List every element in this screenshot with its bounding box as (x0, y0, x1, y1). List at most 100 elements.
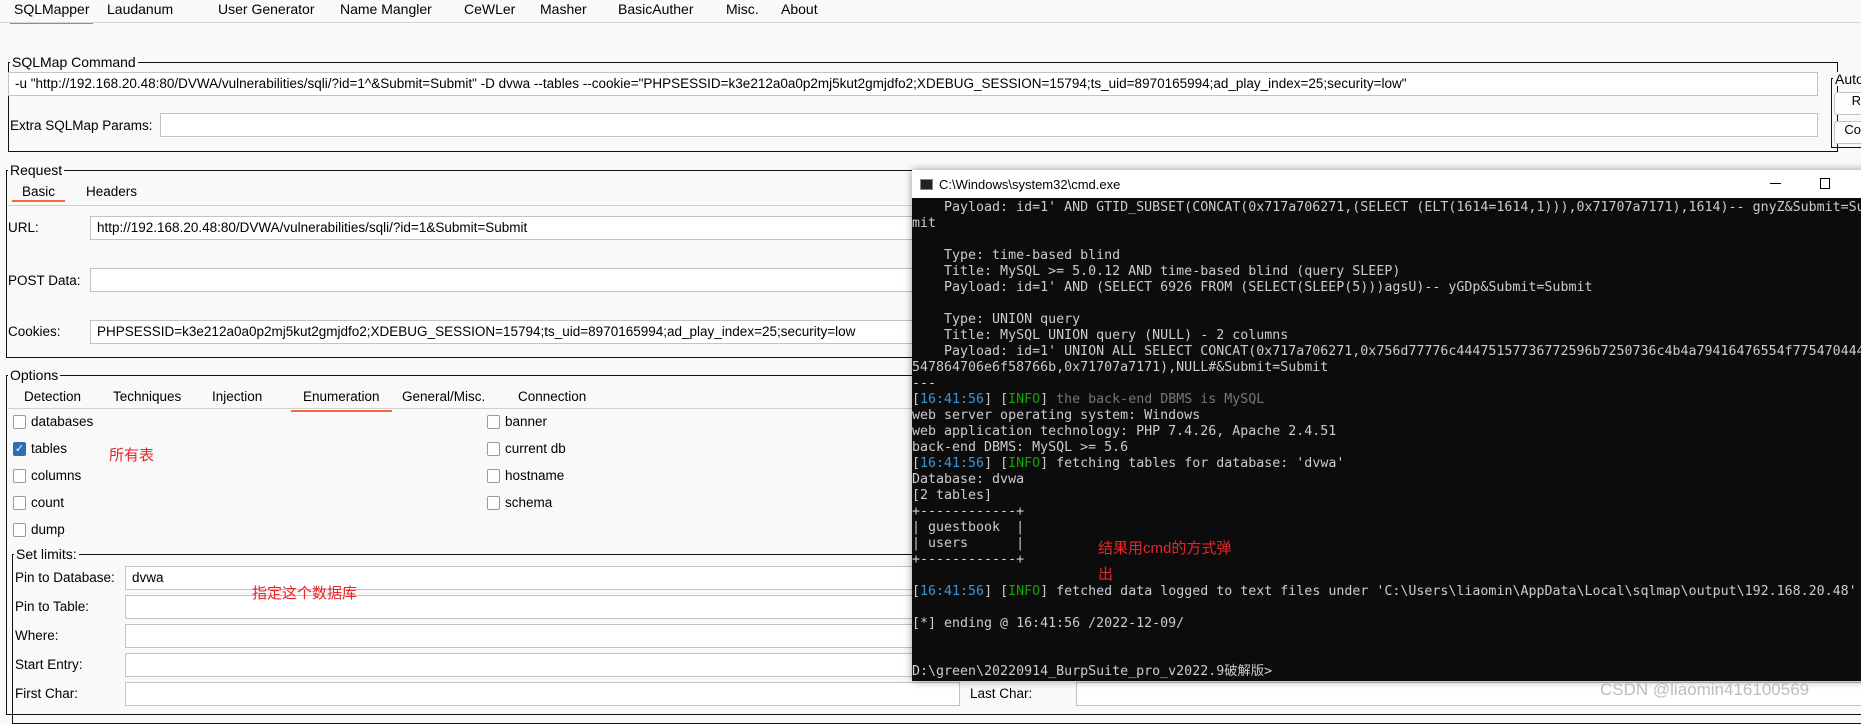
log-level: INFO (1008, 456, 1041, 471)
url-label: URL: (8, 220, 39, 235)
watermark: CSDN @liaomin416100569 (1600, 680, 1810, 699)
cmd-title-bar[interactable]: C:\Windows\system32\cmd.exe (912, 170, 1861, 198)
auto-label: Auto (1833, 72, 1861, 86)
terminal-line: [2 tables] (912, 488, 993, 503)
limit-label: Pin to Table: (15, 599, 90, 614)
log-message: the back-end DBMS is MySQL (1056, 392, 1265, 407)
tab-basic[interactable]: Basic (12, 184, 66, 202)
tab-about[interactable]: About (777, 0, 822, 24)
checkbox-schema[interactable] (487, 496, 500, 510)
checkbox-count[interactable] (13, 496, 26, 510)
cookies-label: Cookies: (8, 324, 61, 339)
request-label: Request (8, 162, 65, 178)
post-data-label: POST Data: (8, 273, 81, 288)
checkbox-dump[interactable] (13, 523, 26, 537)
checkbox-label: hostname (505, 468, 565, 483)
sqlmap-command-input[interactable]: -u "http://192.168.20.48:80/DVWA/vulnera… (8, 72, 1818, 96)
maximize-icon[interactable] (1820, 178, 1830, 189)
limit-label: First Char: (15, 686, 79, 701)
tab-laudanum[interactable]: Laudanum (103, 0, 177, 24)
log-message: fetched data logged to text files under … (1056, 584, 1857, 599)
options-label: Options (8, 367, 61, 383)
tab-headers[interactable]: Headers (86, 184, 137, 200)
options-tab-divider (8, 408, 918, 409)
extra-params-input[interactable] (160, 113, 1818, 137)
terminal-line: | users | (912, 536, 1025, 551)
cookies-input[interactable]: PHPSESSID=k3e212a0a0p2mj5kut2gmjdfo2;XDE… (90, 320, 920, 344)
limit-input-where[interactable] (125, 624, 925, 648)
annotation-cmd-2: 出 (1098, 566, 1114, 583)
tab-injection[interactable]: Injection (212, 389, 262, 405)
log-level: INFO (1008, 584, 1041, 599)
tab-name-mangler[interactable]: Name Mangler (336, 0, 436, 24)
terminal-line: web server operating system: Windows (912, 408, 1201, 423)
limit-label: Start Entry: (15, 657, 83, 672)
checkbox-tables[interactable]: ✓ (13, 442, 26, 456)
limit-label: Where: (15, 628, 59, 643)
tab-general-misc-[interactable]: General/Misc. (402, 389, 485, 405)
cmd-title: C:\Windows\system32\cmd.exe (939, 176, 1121, 192)
timestamp: 16:41:56 (920, 584, 985, 599)
tab-techniques[interactable]: Techniques (113, 389, 181, 405)
annotation-database: 指定这个数据库 (252, 585, 358, 602)
limit-label: Pin to Database: (15, 570, 115, 585)
terminal-line: mit (912, 216, 937, 231)
tab-user-generator[interactable]: User Generator (214, 0, 318, 24)
tab-divider (0, 22, 1861, 23)
terminal-line: Payload: id=1' AND GTID_SUBSET(CONCAT(0x… (912, 200, 1861, 215)
tab-detection[interactable]: Detection (24, 389, 81, 405)
limit-input-pin-to-table[interactable] (125, 595, 925, 619)
terminal-line: +------------+ (912, 552, 1025, 567)
checkbox-columns[interactable] (13, 469, 26, 483)
terminal-line: [16:41:56] [INFO] fetching tables for da… (912, 456, 1345, 471)
checkbox-label: dump (31, 522, 65, 537)
checkbox-current-db[interactable] (487, 442, 500, 456)
tab-sqlmapper[interactable]: SQLMapper (10, 0, 94, 24)
terminal-line: Payload: id=1' UNION ALL SELECT CONCAT(0… (912, 344, 1861, 359)
terminal-line: --- (912, 376, 937, 391)
limit-input-pin-to-database[interactable]: dvwa (125, 566, 925, 590)
checkbox-databases[interactable] (13, 415, 26, 429)
tab-cewler[interactable]: CeWLer (460, 0, 519, 24)
checkbox-hostname[interactable] (487, 469, 500, 483)
post-data-input[interactable] (90, 268, 920, 292)
tab-masher[interactable]: Masher (536, 0, 591, 24)
annotation-tables: 所有表 (109, 447, 155, 464)
cmd-app-icon (920, 178, 933, 190)
annotation-cmd-1: 结果用cmd的方式弹 (1098, 540, 1232, 557)
limit-input-start-entry[interactable] (125, 653, 925, 677)
cmd-window[interactable]: C:\Windows\system32\cmd.exe Payload: id=… (912, 170, 1861, 681)
minimize-icon[interactable] (1770, 183, 1781, 184)
checkbox-label: columns (31, 468, 82, 483)
terminal-line: [16:41:56] [INFO] fetched data logged to… (912, 584, 1857, 599)
terminal-line: [*] ending @ 16:41:56 /2022-12-09/ (912, 616, 1185, 631)
auto-button-2[interactable]: Co (1834, 121, 1861, 144)
checkbox-label: tables (31, 441, 68, 456)
terminal-line: Title: MySQL >= 5.0.12 AND time-based bl… (912, 264, 1401, 279)
terminal-line: D:\green\20220914_BurpSuite_pro_v2022.9破… (912, 664, 1273, 679)
terminal-output: Payload: id=1' AND GTID_SUBSET(CONCAT(0x… (912, 198, 1861, 680)
terminal-line: web application technology: PHP 7.4.26, … (912, 424, 1337, 439)
tab-connection[interactable]: Connection (518, 389, 586, 405)
limit-input-first-char[interactable] (125, 682, 960, 706)
checkbox-label: current db (505, 441, 566, 456)
terminal-line: 547864706e6f58766b,0x71707a7171),NULL#&S… (912, 360, 1329, 375)
terminal-line: +------------+ (912, 504, 1025, 519)
terminal-line: back-end DBMS: MySQL >= 5.6 (912, 440, 1129, 455)
timestamp: 16:41:56 (920, 392, 985, 407)
checkbox-label: banner (505, 414, 548, 429)
tab-misc-[interactable]: Misc. (722, 0, 763, 24)
last-char-label: Last Char: (970, 686, 1033, 701)
url-input[interactable]: http://192.168.20.48:80/DVWA/vulnerabili… (90, 216, 920, 240)
terminal-line: Type: time-based blind (912, 248, 1121, 263)
tab-basicauther[interactable]: BasicAuther (614, 0, 697, 24)
auto-button-1[interactable]: R (1834, 92, 1861, 115)
checkbox-banner[interactable] (487, 415, 500, 429)
log-level: INFO (1008, 392, 1041, 407)
extra-params-label: Extra SQLMap Params: (10, 118, 153, 133)
